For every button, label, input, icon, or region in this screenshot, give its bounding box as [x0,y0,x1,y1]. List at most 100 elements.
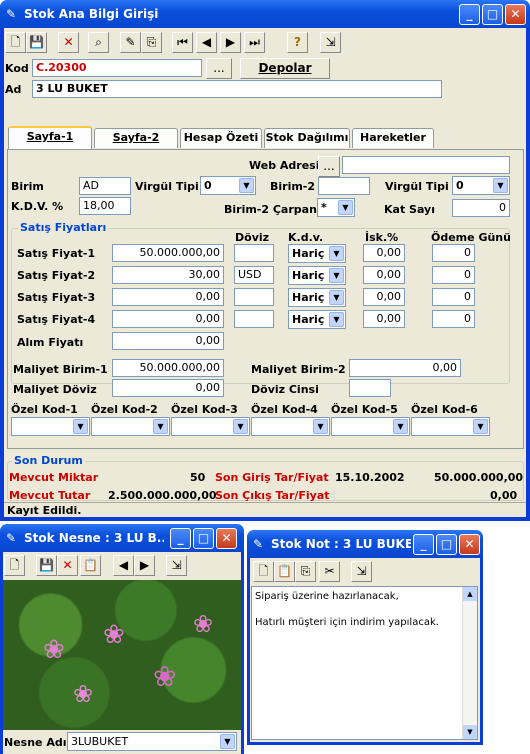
close-button[interactable]: ✕ [216,528,237,549]
doviz-cinsi-input[interactable] [349,379,391,397]
maximize-button[interactable]: □ [436,534,457,555]
delete-icon[interactable]: ✕ [58,32,79,53]
minimize-button[interactable]: _ [459,4,480,25]
chevron-down-icon[interactable]: ▼ [329,290,344,305]
tab-hareketler[interactable]: Hareketler [352,128,434,148]
isk-input[interactable]: 0,00 [363,310,405,328]
ad-input[interactable]: 3 LU BUKET [32,80,442,98]
tab-sayfa-1[interactable]: Sayfa-1 [8,126,92,150]
save-icon[interactable]: 💾 [26,32,47,53]
birim2-input[interactable] [318,177,370,195]
chevron-down-icon[interactable]: ▼ [473,419,488,434]
first-record-icon[interactable]: ⏮ [172,32,193,53]
tab-sayfa-2[interactable]: Sayfa-2 [94,128,178,148]
scrollbar[interactable]: ▲ ▼ [462,587,477,739]
not-titlebar[interactable]: ✎ Stok Not : 3 LU BUKET _ □ ✕ [247,530,483,558]
maliyet1-input[interactable]: 50.000.000,00 [112,359,224,377]
doviz-input[interactable] [234,288,274,306]
maximize-button[interactable]: □ [193,528,214,549]
chevron-down-icon[interactable]: ▼ [329,246,344,261]
odeme-input[interactable]: 0 [432,288,475,306]
odeme-input[interactable]: 0 [432,244,475,262]
birim-input[interactable]: AD [79,177,131,195]
isk-input[interactable]: 0,00 [363,244,405,262]
delete-icon[interactable]: ✕ [57,555,78,576]
chevron-down-icon[interactable]: ▼ [329,312,344,327]
close-button[interactable]: ✕ [459,534,480,555]
tab-hesap-ozeti[interactable]: Hesap Özeti [180,128,262,148]
help-icon[interactable]: ? [287,32,308,53]
ozel-kod-2-select[interactable]: ▼ [91,417,170,436]
ozel-kod-5-select[interactable]: ▼ [331,417,410,436]
ozel-kod-1-select[interactable]: ▼ [11,417,90,436]
close-button[interactable]: ✕ [505,4,526,25]
next-icon[interactable]: ▶ [134,555,155,576]
new-icon[interactable]: 🗋 [4,555,25,576]
new-icon[interactable]: 🗋 [5,32,26,53]
odeme-input[interactable]: 0 [432,310,475,328]
cut-icon[interactable]: ✂ [319,561,340,582]
ozel-kod-3-select[interactable]: ▼ [171,417,250,436]
chevron-down-icon[interactable]: ▼ [239,178,254,193]
virgul-select[interactable]: 0 ▼ [200,176,256,195]
edit-icon[interactable]: ✎ [120,32,141,53]
last-record-icon[interactable]: ⏭ [244,32,265,53]
maliyet-doviz-input[interactable]: 0,00 [112,379,224,397]
kod-input[interactable]: C.20300 [32,59,202,77]
ozel-kod-4-select[interactable]: ▼ [251,417,330,436]
chevron-down-icon[interactable]: ▼ [313,419,328,434]
scroll-down-icon[interactable]: ▼ [463,725,477,739]
chevron-down-icon[interactable]: ▼ [338,200,353,215]
chevron-down-icon[interactable]: ▼ [73,419,88,434]
ozel-kod-6-select[interactable]: ▼ [411,417,490,436]
price-input[interactable]: 0,00 [112,288,224,306]
katsayi-input[interactable]: 0 [452,199,510,217]
exit-icon[interactable]: ⇲ [166,555,187,576]
find-icon[interactable]: ⌕ [88,32,109,53]
minimize-button[interactable]: _ [170,528,191,549]
price-input[interactable]: 30,00 [112,266,224,284]
new-icon[interactable]: 🗋 [253,561,274,582]
prev-icon[interactable]: ◀ [113,555,134,576]
carpan-select[interactable]: * ▼ [317,198,355,217]
exit-icon[interactable]: ⇲ [320,32,341,53]
chevron-down-icon[interactable]: ▼ [153,419,168,434]
price-input[interactable]: 50.000.000,00 [112,244,224,262]
isk-input[interactable]: 0,00 [363,288,405,306]
alim-input[interactable]: 0,00 [112,332,224,350]
main-titlebar[interactable]: ✎ Stok Ana Bilgi Girişi _ □ ✕ [0,0,530,28]
minimize-button[interactable]: _ [413,534,434,555]
nesne-titlebar[interactable]: ✎ Stok Nesne : 3 LU B... _ □ ✕ [0,524,244,552]
chevron-down-icon[interactable]: ▼ [493,178,508,193]
scroll-up-icon[interactable]: ▲ [463,587,477,601]
note-textarea[interactable]: Sipariş üzerine hazırlanacak, Hatırlı mü… [251,586,478,740]
web-input[interactable] [342,156,510,174]
doviz-input[interactable]: USD [234,266,274,284]
web-button[interactable]: ... [318,156,340,177]
chevron-down-icon[interactable]: ▼ [393,419,408,434]
kdv-select[interactable]: Hariç ▼ [288,266,346,285]
doviz-input[interactable] [234,310,274,328]
kdv-select[interactable]: Hariç ▼ [288,244,346,263]
paste-icon[interactable]: 📋 [274,561,295,582]
copy-icon[interactable]: ⎘ [141,32,162,53]
next-record-icon[interactable]: ▶ [220,32,241,53]
chevron-down-icon[interactable]: ▼ [329,268,344,283]
nesne-adi-select[interactable]: 3LUBUKET ▼ [67,732,237,751]
kdv-input[interactable]: 18,00 [79,197,131,215]
virgul2-select[interactable]: 0 ▼ [452,176,510,195]
depolar-button[interactable]: Depolar [240,58,330,79]
tab-stok-dagilimi[interactable]: Stok Dağılımı [264,128,350,148]
exit-icon[interactable]: ⇲ [351,561,372,582]
chevron-down-icon[interactable]: ▼ [233,419,248,434]
kod-lookup-button[interactable]: ... [206,58,232,79]
maximize-button[interactable]: □ [482,4,503,25]
doviz-input[interactable] [234,244,274,262]
maliyet2-input[interactable]: 0,00 [349,359,461,377]
save-icon[interactable]: 💾 [36,555,57,576]
prev-record-icon[interactable]: ◀ [196,32,217,53]
kdv-select[interactable]: Hariç ▼ [288,288,346,307]
paste-icon[interactable]: 📋 [80,555,101,576]
copy-icon[interactable]: ⎘ [295,561,316,582]
price-input[interactable]: 0,00 [112,310,224,328]
